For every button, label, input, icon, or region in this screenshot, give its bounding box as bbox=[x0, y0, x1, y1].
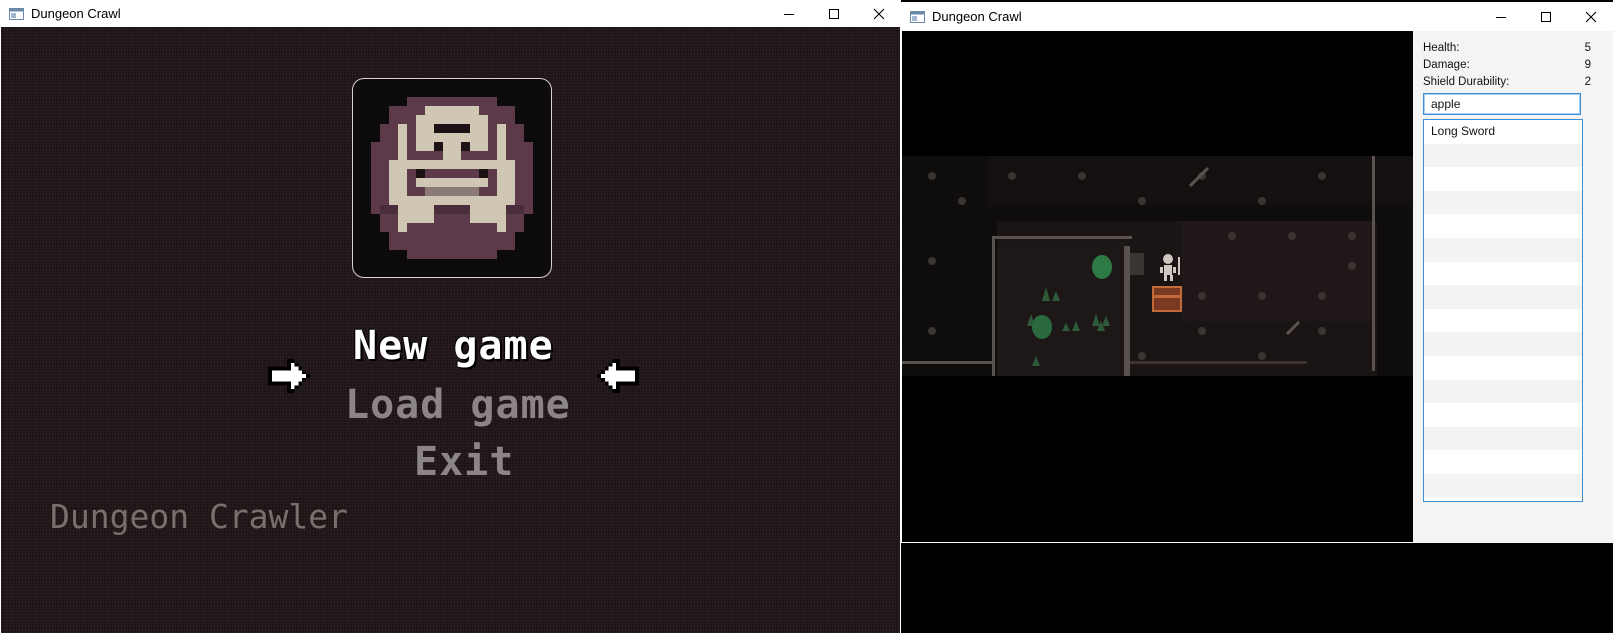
pointer-left-icon bbox=[597, 359, 639, 393]
list-item[interactable] bbox=[1424, 143, 1582, 168]
game-window: Dungeon Crawl Health: 5 Damage: 9 Shield… bbox=[901, 2, 1613, 543]
stat-shield-durability: Shield Durability: 2 bbox=[1423, 76, 1591, 92]
minimize-button[interactable] bbox=[1478, 2, 1523, 31]
minimize-icon bbox=[783, 13, 794, 15]
close-button[interactable] bbox=[856, 0, 901, 27]
game-logo bbox=[352, 78, 552, 278]
list-item[interactable] bbox=[1424, 237, 1582, 262]
maximize-icon bbox=[828, 8, 839, 19]
inventory-input[interactable] bbox=[1423, 93, 1581, 115]
minimize-icon bbox=[1495, 16, 1506, 18]
maximize-button[interactable] bbox=[1523, 2, 1568, 31]
list-item[interactable] bbox=[1424, 190, 1582, 215]
load-game-button[interactable]: Load game bbox=[345, 382, 571, 428]
stat-label: Health: bbox=[1423, 42, 1460, 54]
dungeon-logo-icon bbox=[371, 97, 533, 259]
list-item[interactable] bbox=[1424, 426, 1582, 451]
title-bar[interactable]: Dungeon Crawl bbox=[0, 0, 901, 27]
inventory-list[interactable]: Long Sword bbox=[1423, 119, 1583, 502]
stat-label: Damage: bbox=[1423, 59, 1470, 71]
maximize-button[interactable] bbox=[811, 0, 856, 27]
list-item[interactable] bbox=[1424, 473, 1582, 498]
list-item[interactable] bbox=[1424, 285, 1582, 309]
stat-health: Health: 5 bbox=[1423, 42, 1591, 58]
list-item[interactable] bbox=[1424, 332, 1582, 356]
close-icon bbox=[1585, 11, 1596, 22]
close-button[interactable] bbox=[1568, 2, 1613, 31]
list-item[interactable] bbox=[1424, 450, 1582, 474]
list-item[interactable] bbox=[1424, 403, 1582, 427]
app-icon bbox=[9, 7, 24, 20]
list-item[interactable] bbox=[1424, 355, 1582, 380]
stat-value: 5 bbox=[1584, 42, 1591, 54]
game-map-canvas[interactable] bbox=[902, 31, 1413, 542]
pointer-right-icon bbox=[268, 359, 310, 393]
window-title: Dungeon Crawl bbox=[31, 6, 121, 21]
title-bar[interactable]: Dungeon Crawl bbox=[901, 2, 1613, 31]
side-panel: Health: 5 Damage: 9 Shield Durability: 2… bbox=[1413, 31, 1613, 543]
maximize-icon bbox=[1540, 11, 1551, 22]
window-title: Dungeon Crawl bbox=[932, 9, 1022, 24]
list-item[interactable] bbox=[1424, 261, 1582, 286]
stat-value: 9 bbox=[1584, 59, 1591, 71]
stat-label: Shield Durability: bbox=[1423, 76, 1510, 88]
stat-damage: Damage: 9 bbox=[1423, 59, 1591, 75]
app-icon bbox=[910, 10, 925, 23]
dungeon-map bbox=[902, 156, 1413, 376]
menu-canvas: New game Load game Exit Dungeon Crawler bbox=[1, 27, 900, 633]
list-item[interactable] bbox=[1424, 379, 1582, 404]
list-item[interactable] bbox=[1424, 167, 1582, 191]
list-item[interactable] bbox=[1424, 214, 1582, 238]
main-menu-window: Dungeon Crawl New game Load game Exit Du… bbox=[0, 0, 901, 633]
new-game-button[interactable]: New game bbox=[353, 323, 554, 369]
stat-value: 2 bbox=[1584, 76, 1591, 88]
exit-button[interactable]: Exit bbox=[414, 439, 514, 485]
list-item[interactable] bbox=[1424, 308, 1582, 333]
game-subtitle: Dungeon Crawler bbox=[50, 497, 349, 536]
minimize-button[interactable] bbox=[766, 0, 811, 27]
close-icon bbox=[873, 8, 884, 19]
list-item[interactable]: Long Sword bbox=[1424, 120, 1582, 144]
